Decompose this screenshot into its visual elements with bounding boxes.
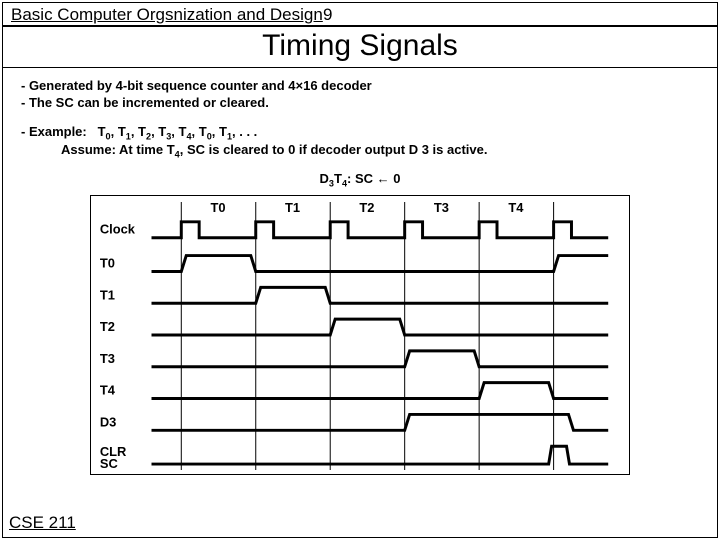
assume-line: Assume: At time T4, SC is cleared to 0 i… (21, 142, 699, 160)
col-label-t2: T2 (359, 200, 374, 215)
slide-title: Timing Signals (3, 26, 717, 68)
example-line: - Example: T0, T1, T2, T3, T4, T0, T1, .… (21, 124, 699, 142)
example-label: - Example: (21, 124, 87, 139)
col-label-t3: T3 (434, 200, 449, 215)
page-number: 9 (323, 5, 332, 25)
chapter-title: Basic Computer Orgsnization and Design (11, 5, 323, 24)
row-t1: T1 (100, 287, 115, 302)
bullet-1: - Generated by 4-bit sequence counter an… (21, 78, 699, 93)
timing-diagram: T0 T1 T2 T3 T4 Clock T0 T1 T2 T3 T4 D3 C… (90, 195, 630, 475)
row-clock: Clock (100, 222, 136, 237)
col-label-t0: T0 (210, 200, 225, 215)
bullet-2: - The SC can be incremented or cleared. (21, 95, 699, 110)
col-label-t1: T1 (285, 200, 300, 215)
content-area: - Generated by 4-bit sequence counter an… (3, 68, 717, 478)
course-code: CSE 211 (9, 513, 76, 533)
row-t3: T3 (100, 351, 115, 366)
row-t0: T0 (100, 255, 115, 270)
row-d3: D3 (100, 414, 116, 429)
rtl-statement: D3T4: SC ← 0 (21, 171, 699, 189)
row-t2: T2 (100, 319, 115, 334)
row-clr-2: SC (100, 456, 118, 471)
col-label-t4: T4 (508, 200, 524, 215)
row-t4: T4 (100, 382, 116, 397)
